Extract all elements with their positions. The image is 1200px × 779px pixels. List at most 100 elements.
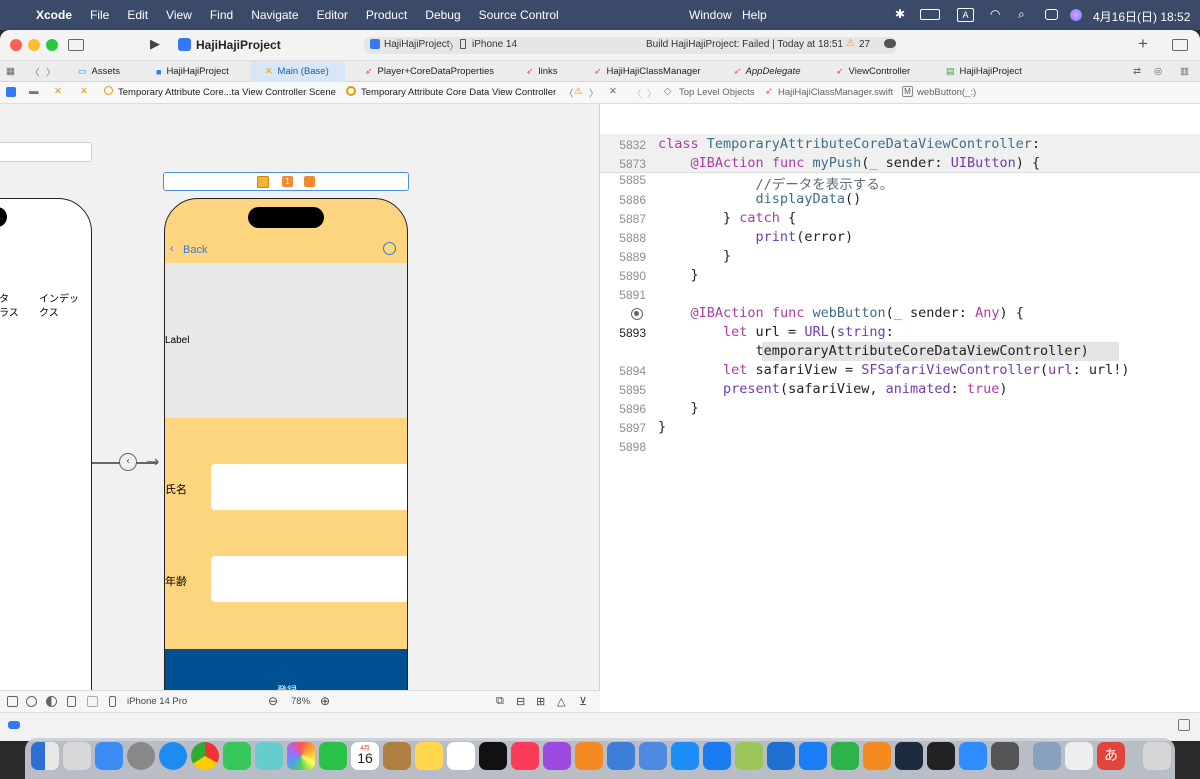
zoom-window-button[interactable] bbox=[46, 39, 58, 51]
tab-project-settings[interactable]: ▤ HajiHajiProject bbox=[946, 61, 1022, 82]
editor-app-icon[interactable] bbox=[735, 742, 763, 770]
wifi-icon[interactable]: ◠ bbox=[990, 7, 1000, 21]
zoom-level[interactable]: 78% bbox=[291, 696, 310, 707]
outlet-connection-icon[interactable] bbox=[631, 308, 643, 320]
app-store-icon[interactable] bbox=[671, 742, 699, 770]
name-text-field[interactable] bbox=[211, 464, 407, 510]
mail-icon[interactable] bbox=[95, 742, 123, 770]
document-outline-icon[interactable] bbox=[7, 696, 18, 707]
maps-icon[interactable] bbox=[255, 742, 283, 770]
notes-icon[interactable] bbox=[415, 742, 443, 770]
zoom-icon[interactable] bbox=[959, 742, 987, 770]
device-config[interactable]: iPhone 14 Pro bbox=[127, 696, 187, 707]
siri-icon[interactable] bbox=[1070, 9, 1082, 21]
grid-icon[interactable]: ▦ bbox=[6, 61, 15, 82]
pages-icon[interactable] bbox=[863, 742, 891, 770]
tv-icon[interactable] bbox=[479, 742, 507, 770]
safari-icon[interactable] bbox=[159, 742, 187, 770]
code-line[interactable]: present(safariView, animated: true) bbox=[658, 381, 1008, 397]
code-line[interactable]: print(error) bbox=[658, 229, 854, 245]
zoom-in-icon[interactable]: ⊕ bbox=[320, 694, 330, 708]
minimize-window-button[interactable] bbox=[28, 39, 40, 51]
code-line[interactable]: } catch { bbox=[658, 210, 796, 226]
numbers-icon[interactable] bbox=[831, 742, 859, 770]
left-phone-frame[interactable]: タ ラス インデッ クス bbox=[0, 198, 92, 690]
menu-view[interactable]: View bbox=[166, 8, 192, 22]
align-icon[interactable]: ⊟ bbox=[516, 695, 525, 708]
storyboard-icon[interactable]: ✕ bbox=[80, 86, 88, 97]
breadcrumb-controller[interactable]: Temporary Attribute Core Data View Contr… bbox=[361, 87, 556, 98]
project-icon[interactable] bbox=[6, 87, 16, 97]
tab-main-storyboard[interactable]: ✕ Main (Base) bbox=[250, 61, 345, 82]
back-chevron-icon[interactable]: 〈 bbox=[632, 86, 642, 100]
resolve-issues-icon[interactable]: △ bbox=[557, 695, 565, 708]
inspector-toggle-icon[interactable] bbox=[1172, 39, 1188, 51]
menu-find[interactable]: Find bbox=[210, 8, 233, 22]
scheme-selector[interactable]: HajiHajiProject bbox=[384, 39, 450, 50]
exit-icon[interactable] bbox=[304, 176, 315, 187]
code-line[interactable]: temporaryAttributeCoreDataViewController… bbox=[658, 343, 1089, 359]
photos-icon[interactable] bbox=[287, 742, 315, 770]
menu-navigate[interactable]: Navigate bbox=[251, 8, 298, 22]
breadcrumb-scene[interactable]: Temporary Attribute Core...ta View Contr… bbox=[118, 87, 336, 98]
orientation-icon[interactable] bbox=[67, 696, 76, 707]
system-settings-icon[interactable] bbox=[127, 742, 155, 770]
console-toggle-icon[interactable] bbox=[1178, 719, 1190, 731]
menu-xcode[interactable]: Xcode bbox=[36, 8, 72, 22]
tab-viewcontroller[interactable]: ➶ ViewController bbox=[836, 61, 910, 82]
tab-assets[interactable]: ▭ Assets bbox=[78, 61, 120, 82]
messages-icon[interactable] bbox=[223, 742, 251, 770]
menu-help[interactable]: Help bbox=[742, 8, 767, 22]
bluetooth-icon[interactable]: ✱ bbox=[895, 7, 905, 21]
add-constraints-icon[interactable]: ⊞ bbox=[536, 695, 545, 708]
back-chevron-icon[interactable]: 〈 bbox=[30, 61, 40, 82]
appearance-icon[interactable] bbox=[46, 696, 57, 707]
code-line[interactable]: @IBAction func myPush(_ sender: UIButton… bbox=[658, 155, 1041, 171]
facetime-icon[interactable] bbox=[319, 742, 347, 770]
launchpad-icon[interactable] bbox=[63, 742, 91, 770]
code-line[interactable]: //データを表示する。 bbox=[658, 173, 894, 193]
tab-class-manager[interactable]: ➶ HajiHajiClassManager bbox=[594, 61, 701, 82]
tab-player-coredata[interactable]: ➶ Player+CoreDataProperties bbox=[365, 61, 494, 82]
instruments-icon[interactable] bbox=[639, 742, 667, 770]
calendar-icon[interactable]: 4月 16 bbox=[351, 742, 379, 770]
code-line[interactable]: } bbox=[658, 248, 731, 264]
scene-dock-selected[interactable]: 1 bbox=[163, 172, 409, 191]
warning-icon[interactable]: ⚠ bbox=[574, 86, 583, 97]
debug-area-toggle-icon[interactable] bbox=[8, 721, 20, 729]
terminal-icon[interactable] bbox=[927, 742, 955, 770]
menu-edit[interactable]: Edit bbox=[127, 8, 148, 22]
appstore-connect-icon[interactable] bbox=[703, 742, 731, 770]
next-issue-icon[interactable]: 〉 bbox=[589, 86, 599, 100]
first-responder-icon[interactable]: 1 bbox=[282, 176, 293, 187]
clock[interactable]: 4月16日(日) 18:52 bbox=[1093, 8, 1190, 25]
breadcrumb-file[interactable]: HajiHajiClassManager.swift bbox=[778, 87, 893, 98]
tab-links[interactable]: ➶ links bbox=[526, 61, 558, 82]
code-line[interactable]: } bbox=[658, 267, 699, 283]
swap-icon[interactable]: ⇄ bbox=[1133, 61, 1141, 82]
podcasts-icon[interactable] bbox=[543, 742, 571, 770]
code-line[interactable]: displayData() bbox=[658, 191, 862, 207]
trash-icon[interactable] bbox=[1143, 742, 1171, 770]
prev-issue-icon[interactable]: 〈 bbox=[564, 86, 574, 100]
reminders-icon[interactable] bbox=[447, 742, 475, 770]
spotlight-icon[interactable]: ⌕ bbox=[1018, 7, 1025, 22]
close-window-button[interactable] bbox=[10, 39, 22, 51]
contacts-icon[interactable] bbox=[383, 742, 411, 770]
zoom-out-icon[interactable]: ⊖ bbox=[268, 694, 278, 708]
update-frames-icon[interactable]: ⧉ bbox=[496, 695, 504, 708]
music-icon[interactable] bbox=[511, 742, 539, 770]
cloud-icon[interactable] bbox=[884, 39, 896, 48]
run-button[interactable]: ▶ bbox=[150, 36, 160, 52]
segue-icon[interactable]: ‹ bbox=[119, 453, 137, 471]
tab-appdelegate[interactable]: ➶ AppDelegate bbox=[733, 61, 800, 82]
close-icon[interactable]: ✕ bbox=[609, 86, 617, 97]
size-class-icon[interactable] bbox=[87, 696, 98, 707]
breadcrumb-top-level[interactable]: Top Level Objects bbox=[679, 87, 755, 98]
forward-chevron-icon[interactable]: 〉 bbox=[647, 86, 657, 100]
storyboard-icon[interactable]: ✕ bbox=[54, 86, 62, 97]
scene-dock[interactable] bbox=[0, 142, 92, 162]
battery-icon[interactable] bbox=[920, 9, 940, 20]
books-icon[interactable] bbox=[575, 742, 603, 770]
back-chevron-icon[interactable]: ‹ bbox=[170, 243, 174, 255]
